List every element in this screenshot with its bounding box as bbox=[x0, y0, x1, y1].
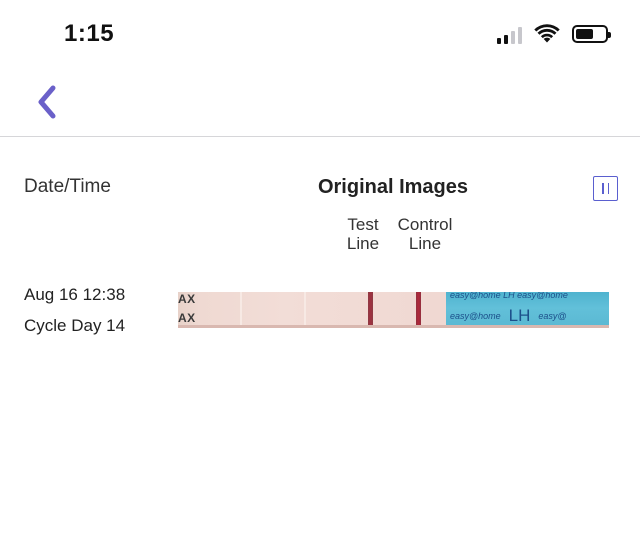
original-images-header: Original Images bbox=[317, 176, 469, 198]
screen: 1:15 Date/Time Original Images Test Line… bbox=[0, 0, 640, 543]
strip-pad: AX AX bbox=[178, 292, 446, 328]
control-line-label: Control Line bbox=[397, 215, 453, 253]
back-button[interactable] bbox=[32, 84, 64, 120]
strip-brand-top: easy@home LH easy@home bbox=[450, 292, 568, 300]
strip-text-top: AX bbox=[178, 292, 196, 306]
strip-control-line bbox=[416, 292, 421, 328]
test-strip-image[interactable]: AX AX easy@home LH easy@home easy@home LH… bbox=[178, 292, 609, 328]
wifi-icon bbox=[534, 24, 560, 43]
strip-brand-area: easy@home LH easy@home easy@home LH easy@ bbox=[446, 292, 609, 328]
status-time: 1:15 bbox=[64, 20, 115, 47]
entry-date-time: Aug 16 12:38 bbox=[24, 285, 126, 304]
entry-cycle-day: Cycle Day 14 bbox=[24, 316, 126, 335]
battery-icon bbox=[572, 25, 611, 43]
status-icons bbox=[497, 24, 611, 44]
strip-brand-bottom: easy@home LH easy@ bbox=[450, 306, 567, 325]
chevron-left-icon bbox=[38, 85, 56, 119]
header-divider bbox=[0, 136, 640, 137]
date-time-header: Date/Time bbox=[24, 176, 111, 197]
strip-test-line bbox=[368, 292, 373, 328]
strip-text-bottom: AX bbox=[178, 311, 196, 325]
cellular-signal-icon bbox=[497, 24, 522, 44]
test-line-label: Test Line bbox=[346, 215, 380, 253]
pause-icon bbox=[602, 183, 604, 194]
pause-button[interactable] bbox=[593, 176, 618, 201]
